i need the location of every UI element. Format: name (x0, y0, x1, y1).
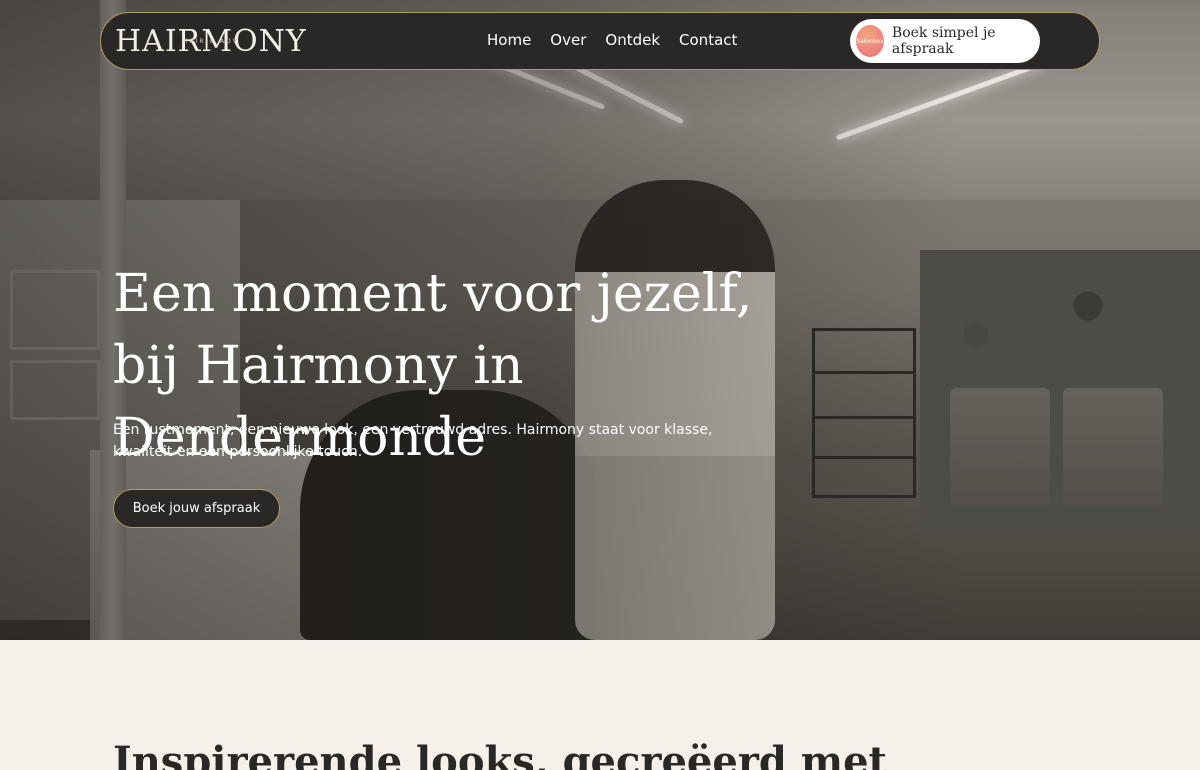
salonbox-logo-icon: Salonbox (856, 25, 884, 57)
nav-link-ontdek[interactable]: Ontdek (605, 31, 660, 49)
hero-subtitle: Een rustmoment, een nieuwe look, een ver… (113, 422, 713, 460)
salonbox-booking-button[interactable]: Salonbox Boek simpel je afspraak (850, 19, 1040, 63)
nav-link-home[interactable]: Home (487, 31, 531, 49)
nav-link-over[interactable]: Over (550, 31, 586, 49)
salonbox-booking-label: Boek simpel je afspraak (891, 25, 996, 57)
section-title: Inspirerende looks, gecreëerd met (113, 738, 888, 770)
nav-link-contact[interactable]: Contact (679, 31, 737, 49)
book-appointment-button[interactable]: Boek jouw afspraak (113, 489, 280, 528)
top-navbar: HAIRMONY HAIR & ADV Home Over Ontdek Con… (100, 12, 1100, 70)
brand-logo-tagline: HAIR & ADV (183, 38, 239, 45)
nav-links: Home Over Ontdek Contact (487, 31, 737, 49)
